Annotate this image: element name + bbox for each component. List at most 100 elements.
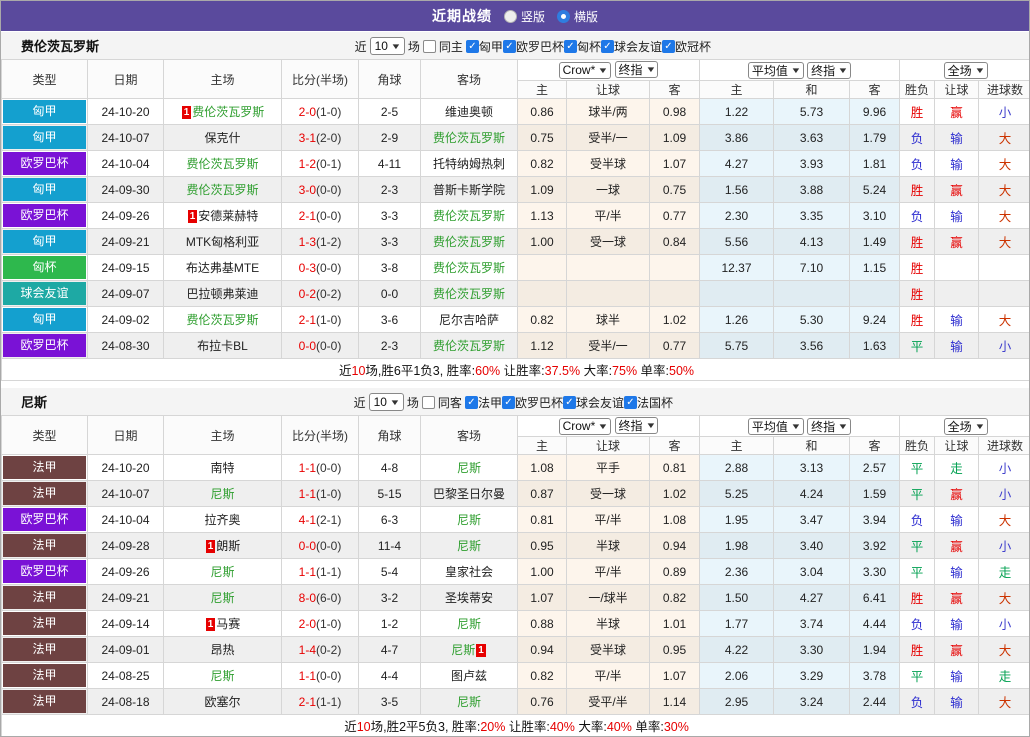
same-venue-checkbox[interactable] bbox=[422, 39, 436, 53]
home-team-cell: 费伦茨瓦罗斯 bbox=[163, 176, 282, 203]
crow-home-odds: 1.00 bbox=[517, 228, 567, 255]
score-cell: 0-2(0-2) bbox=[281, 280, 359, 307]
layout-vertical-radio[interactable] bbox=[503, 9, 517, 23]
league-filter-label: 法甲 bbox=[477, 395, 502, 410]
score-cell: 2-1(0-0) bbox=[281, 202, 359, 229]
avg-ref-select[interactable]: 终指 ▼ bbox=[807, 61, 852, 79]
crow-ref-select[interactable]: 终指 ▼ bbox=[614, 61, 659, 79]
summary-line: 近10场,胜2平5负3, 胜率:20% 让胜率:40% 大率:40% 单率:30… bbox=[1, 714, 1029, 736]
scope-select[interactable]: 全场 ▼ bbox=[943, 61, 988, 79]
crow-ref-select[interactable]: 终指 ▼ bbox=[614, 417, 659, 435]
near-count-select[interactable]: 10 ▼ bbox=[368, 393, 404, 411]
league-type-cell: 法甲 bbox=[1, 610, 88, 637]
league-type-cell: 匈甲 bbox=[1, 176, 88, 203]
col-header-corners: 角球 bbox=[358, 415, 421, 455]
crow-handicap: 球半 bbox=[566, 306, 650, 333]
league-filter-checkbox[interactable]: ✓ bbox=[501, 395, 515, 409]
team-label: 费伦茨瓦罗斯 bbox=[186, 183, 259, 197]
league-filter-checkbox[interactable]: ✓ bbox=[600, 39, 614, 53]
avg-provider-select[interactable]: 平均值 ▼ bbox=[747, 417, 804, 435]
crow-provider-select[interactable]: Crow* ▼ bbox=[558, 417, 612, 435]
avg-away-odds: 1.79 bbox=[848, 124, 901, 151]
avg-provider-select[interactable]: 平均值 ▼ bbox=[747, 61, 804, 79]
league-filter-checkbox[interactable]: ✓ bbox=[464, 395, 478, 409]
col-header-home: 主场 bbox=[163, 59, 282, 99]
crow-handicap: 平手 bbox=[566, 454, 650, 481]
home-team: 尼斯 bbox=[210, 487, 234, 501]
avg-draw-odds: 3.74 bbox=[773, 610, 850, 637]
league-tag: 法甲 bbox=[3, 482, 86, 505]
half-time-score: (0-2) bbox=[316, 286, 342, 301]
summary-segment: 场,胜6平1负3, 胜率: bbox=[365, 364, 476, 378]
league-tag: 欧罗巴杯 bbox=[3, 508, 86, 531]
avg-away-odds: 1.63 bbox=[848, 332, 901, 359]
result-goals: 走 bbox=[978, 558, 1029, 585]
league-filter-checkbox[interactable]: ✓ bbox=[465, 39, 479, 53]
team-label: 费伦茨瓦罗斯 bbox=[432, 287, 505, 301]
match-date: 24-09-07 bbox=[87, 280, 164, 307]
match-row: 欧罗巴杯 24-09-26 尼斯 1-1(1-1) 5-4 皇家社会 1.00 平/半 0.89… bbox=[1, 558, 1029, 585]
result-goals bbox=[978, 254, 1029, 281]
league-filter-label: 欧罗巴杯 bbox=[514, 395, 563, 410]
layout-horizontal-radio[interactable] bbox=[557, 9, 570, 23]
layout-vertical-option[interactable]: 竖版 bbox=[503, 8, 545, 25]
avg-home-odds: 1.77 bbox=[699, 610, 774, 637]
result-handicap: 输 bbox=[934, 558, 980, 585]
match-date: 24-08-25 bbox=[87, 662, 164, 689]
crow-handicap: 平/半 bbox=[566, 558, 650, 585]
sub-header-crow-away: 客 bbox=[649, 80, 700, 99]
team-section-away: 尼斯 近 10▼ 场 同客 ✓法甲✓欧罗巴杯✓球会友谊✓法国杯 bbox=[1, 387, 1029, 736]
avg-away-odds: 5.24 bbox=[848, 176, 901, 203]
avg-draw-odds: 3.13 bbox=[773, 454, 850, 481]
avg-home-odds: 4.27 bbox=[699, 150, 774, 177]
result-outcome: 负 bbox=[899, 124, 936, 151]
near-count-select[interactable]: 10 ▼ bbox=[369, 37, 405, 55]
same-venue-checkbox[interactable] bbox=[421, 395, 435, 409]
games-label: 场 bbox=[407, 39, 420, 54]
summary-segment: 20% bbox=[480, 720, 506, 734]
avg-home-odds: 1.26 bbox=[699, 306, 774, 333]
result-goals: 小 bbox=[978, 454, 1029, 481]
crow-handicap: 平/半 bbox=[566, 662, 650, 689]
first-team-badge: 1 bbox=[476, 644, 486, 657]
team-label: 维迪奥顿 bbox=[444, 105, 493, 119]
crow-handicap: 受半球 bbox=[566, 636, 650, 663]
result-outcome: 负 bbox=[899, 610, 936, 637]
chevron-down-icon: ▼ bbox=[973, 421, 986, 431]
corners-cell: 4-8 bbox=[358, 454, 421, 481]
team-label: 尼斯 bbox=[456, 513, 481, 527]
crow-away-odds: 0.98 bbox=[649, 98, 700, 125]
avg-draw-odds: 4.13 bbox=[773, 228, 850, 255]
crow-home-odds: 1.08 bbox=[517, 454, 567, 481]
avg-away-odds: 3.78 bbox=[848, 662, 901, 689]
league-filter-checkbox[interactable]: ✓ bbox=[562, 395, 576, 409]
avg-draw-odds: 3.56 bbox=[773, 332, 850, 359]
league-filter-checkbox[interactable]: ✓ bbox=[623, 395, 637, 409]
layout-horizontal-option[interactable]: 横版 bbox=[557, 8, 598, 25]
corners-cell: 3-6 bbox=[358, 306, 421, 333]
league-filter-checkbox[interactable]: ✓ bbox=[661, 39, 675, 53]
result-outcome: 平 bbox=[899, 454, 936, 481]
home-team-cell: 昂热 bbox=[163, 636, 282, 663]
crow-home-odds: 1.12 bbox=[517, 332, 567, 359]
avg-draw-odds bbox=[773, 280, 850, 307]
crow-provider-select[interactable]: Crow* ▼ bbox=[558, 61, 612, 79]
score-cell: 1-1(1-0) bbox=[281, 480, 359, 507]
home-team-cell: 费伦茨瓦罗斯 bbox=[163, 306, 282, 333]
crow-handicap: 平/半 bbox=[566, 202, 650, 229]
first-team-badge: 1 bbox=[187, 210, 198, 223]
scope-select[interactable]: 全场 ▼ bbox=[943, 417, 988, 435]
league-filter-checkbox[interactable]: ✓ bbox=[502, 39, 516, 53]
away-team: 费伦茨瓦罗斯 bbox=[433, 235, 505, 249]
page-title: 近期战绩 bbox=[431, 8, 492, 24]
match-date: 24-09-21 bbox=[87, 228, 164, 255]
avg-ref-select[interactable]: 终指 ▼ bbox=[807, 417, 852, 435]
first-team-badge: 1 bbox=[205, 618, 216, 631]
away-team: 尼斯 bbox=[457, 461, 481, 475]
league-filter-item: ✓ 球会友谊 bbox=[600, 38, 662, 55]
away-team: 巴黎圣日尔曼 bbox=[433, 487, 505, 501]
full-time-score: 1-3 bbox=[298, 234, 316, 249]
half-time-score: (0-1) bbox=[316, 156, 342, 171]
league-filter-checkbox[interactable]: ✓ bbox=[563, 39, 577, 53]
match-date: 24-09-01 bbox=[87, 636, 164, 663]
